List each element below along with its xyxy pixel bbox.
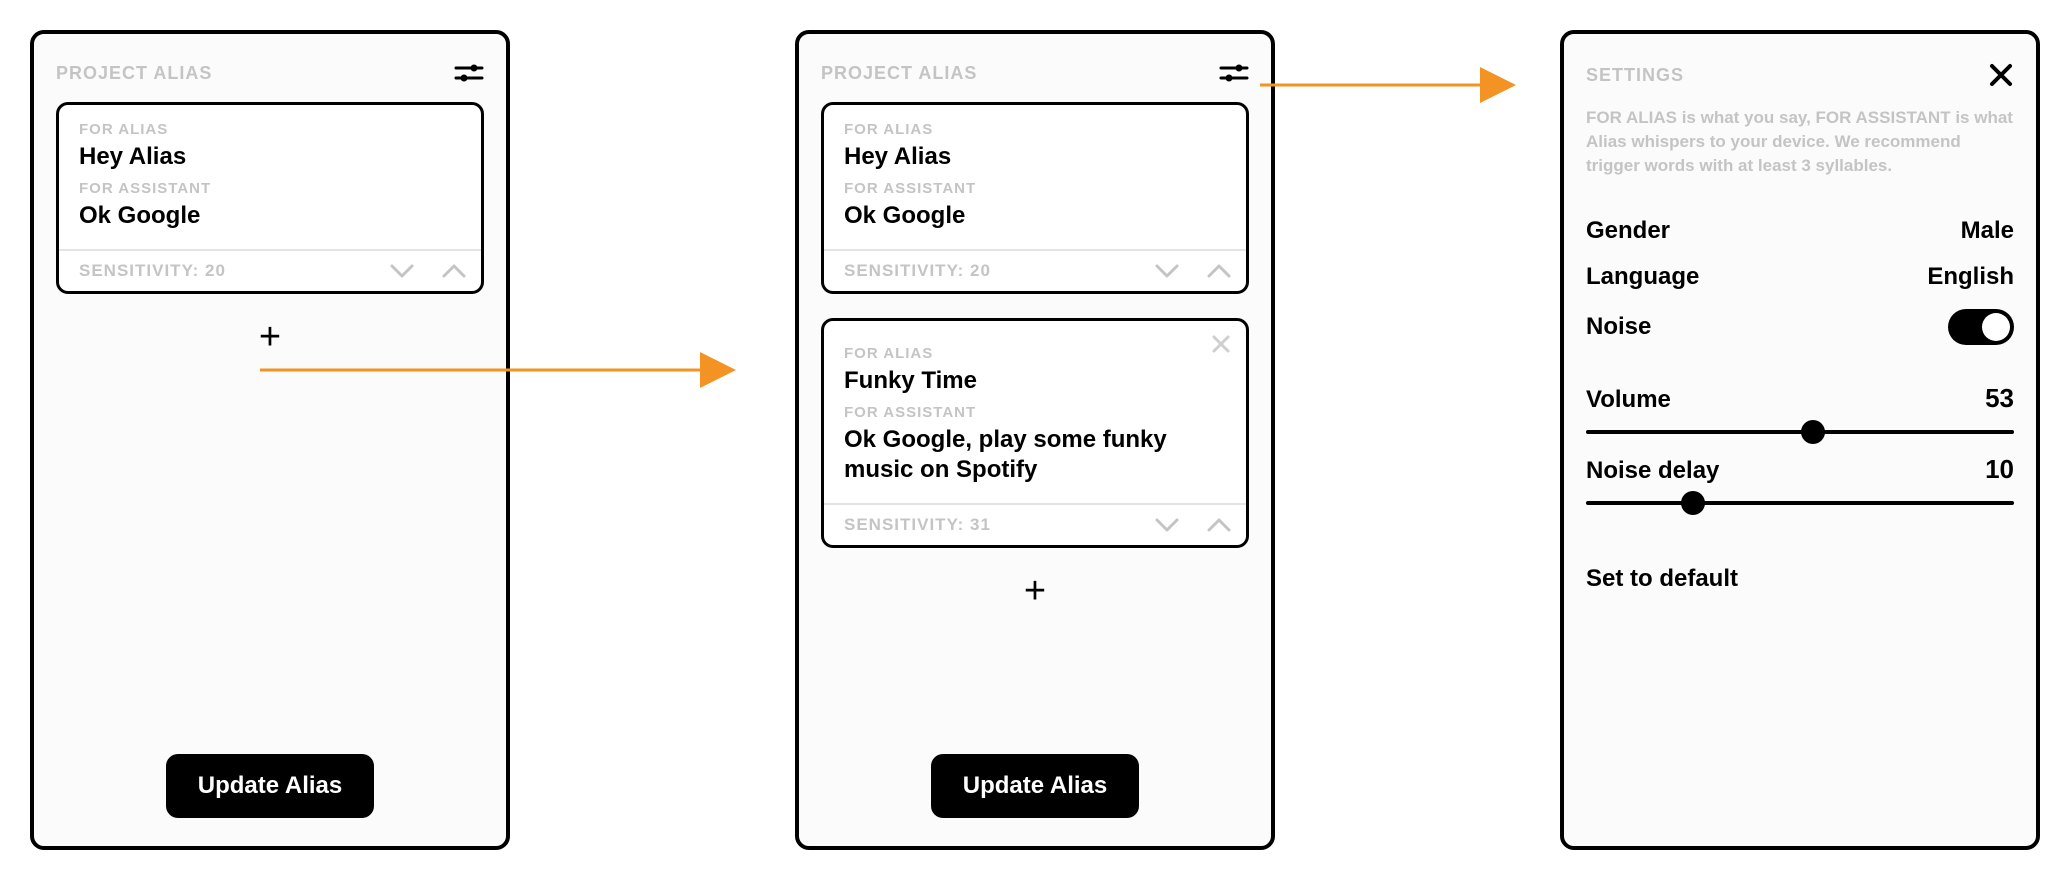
sensitivity-row: SENSITIVITY: 20 xyxy=(59,249,481,291)
sensitivity-value: 20 xyxy=(205,261,226,280)
panel-footer: Update Alias xyxy=(821,754,1249,826)
setting-row-gender[interactable]: Gender Male xyxy=(1586,217,2014,245)
plus-icon[interactable]: + xyxy=(259,322,281,352)
panel-footer: Update Alias xyxy=(56,754,484,826)
plus-icon[interactable]: + xyxy=(1024,576,1046,606)
sensitivity-steppers xyxy=(389,262,467,280)
sensitivity-prefix: SENSITIVITY: xyxy=(79,261,205,280)
chevron-up-icon[interactable] xyxy=(1206,262,1232,280)
chevron-down-icon[interactable] xyxy=(389,262,415,280)
settings-title: SETTINGS xyxy=(1586,65,1684,86)
settings-help-text: FOR ALIAS is what you say, FOR ASSISTANT… xyxy=(1586,106,2014,177)
close-icon[interactable] xyxy=(1210,333,1232,355)
setting-label: Volume xyxy=(1586,386,1671,414)
sensitivity-row: SENSITIVITY: 31 xyxy=(824,503,1246,545)
panel-alias-multi: PROJECT ALIAS FOR ALIAS Hey Alias FOR AS… xyxy=(795,30,1275,850)
alias-card-body: FOR ALIAS Hey Alias FOR ASSISTANT Ok Goo… xyxy=(824,105,1246,249)
sensitivity-value: 20 xyxy=(970,261,991,280)
app-title: PROJECT ALIAS xyxy=(821,63,977,84)
setting-value: English xyxy=(1927,263,2014,291)
sensitivity-prefix: SENSITIVITY: xyxy=(844,261,970,280)
flow-arrow-settings xyxy=(1260,65,1550,105)
for-assistant-value[interactable]: Ok Google, play some funky music on Spot… xyxy=(844,425,1226,485)
sensitivity-prefix: SENSITIVITY: xyxy=(844,515,970,534)
chevron-up-icon[interactable] xyxy=(1206,516,1232,534)
alias-card-body: FOR ALIAS Hey Alias FOR ASSISTANT Ok Goo… xyxy=(59,105,481,249)
chevron-down-icon[interactable] xyxy=(1154,516,1180,534)
setting-label: Language xyxy=(1586,263,1699,291)
for-assistant-label: FOR ASSISTANT xyxy=(844,180,1226,197)
for-assistant-value[interactable]: Ok Google xyxy=(844,201,1226,231)
settings-icon[interactable] xyxy=(1219,62,1249,84)
setting-row-noise-delay: Noise delay 10 xyxy=(1586,454,2014,505)
setting-value: 10 xyxy=(1985,454,2014,485)
sensitivity-steppers xyxy=(1154,262,1232,280)
panel-header: SETTINGS xyxy=(1586,62,2014,88)
settings-icon[interactable] xyxy=(454,62,484,84)
panel-settings: SETTINGS FOR ALIAS is what you say, FOR … xyxy=(1560,30,2040,850)
update-alias-button[interactable]: Update Alias xyxy=(931,754,1139,818)
set-to-default-button[interactable]: Set to default xyxy=(1586,565,2014,593)
volume-slider[interactable] xyxy=(1586,430,2014,434)
for-alias-value[interactable]: Funky Time xyxy=(844,366,1226,396)
close-icon[interactable] xyxy=(1988,62,2014,88)
for-assistant-value[interactable]: Ok Google xyxy=(79,201,461,231)
noise-delay-slider[interactable] xyxy=(1586,501,2014,505)
setting-row-noise: Noise xyxy=(1586,309,2014,345)
panel-header: PROJECT ALIAS xyxy=(56,62,484,84)
sensitivity-steppers xyxy=(1154,516,1232,534)
sensitivity-label: SENSITIVITY: 20 xyxy=(844,261,991,281)
setting-value: 53 xyxy=(1985,383,2014,414)
alias-card: FOR ALIAS Funky Time FOR ASSISTANT Ok Go… xyxy=(821,318,1249,548)
add-row: + xyxy=(821,576,1249,606)
for-alias-label: FOR ALIAS xyxy=(79,121,461,138)
for-alias-label: FOR ALIAS xyxy=(844,345,1226,362)
for-alias-label: FOR ALIAS xyxy=(844,121,1226,138)
add-row: + xyxy=(56,322,484,352)
alias-card-body: FOR ALIAS Funky Time FOR ASSISTANT Ok Go… xyxy=(824,321,1246,503)
setting-label: Noise xyxy=(1586,313,1651,341)
setting-row-language[interactable]: Language English xyxy=(1586,263,2014,291)
toggle-knob xyxy=(1982,313,2010,341)
setting-label: Gender xyxy=(1586,217,1670,245)
noise-toggle[interactable] xyxy=(1948,309,2014,345)
sensitivity-label: SENSITIVITY: 31 xyxy=(844,515,991,535)
alias-card: FOR ALIAS Hey Alias FOR ASSISTANT Ok Goo… xyxy=(56,102,484,294)
app-title: PROJECT ALIAS xyxy=(56,63,212,84)
slider-thumb[interactable] xyxy=(1801,420,1825,444)
sensitivity-row: SENSITIVITY: 20 xyxy=(824,249,1246,291)
for-assistant-label: FOR ASSISTANT xyxy=(79,180,461,197)
setting-value: Male xyxy=(1961,217,2014,245)
alias-card: FOR ALIAS Hey Alias FOR ASSISTANT Ok Goo… xyxy=(821,102,1249,294)
panel-alias-single: PROJECT ALIAS FOR ALIAS Hey Alias FOR AS… xyxy=(30,30,510,850)
setting-label: Noise delay xyxy=(1586,457,1719,485)
for-alias-value[interactable]: Hey Alias xyxy=(844,142,1226,172)
update-alias-button[interactable]: Update Alias xyxy=(166,754,374,818)
diagram-canvas: PROJECT ALIAS FOR ALIAS Hey Alias FOR AS… xyxy=(0,0,2066,880)
chevron-up-icon[interactable] xyxy=(441,262,467,280)
for-assistant-label: FOR ASSISTANT xyxy=(844,404,1226,421)
chevron-down-icon[interactable] xyxy=(1154,262,1180,280)
sensitivity-value: 31 xyxy=(970,515,991,534)
slider-thumb[interactable] xyxy=(1681,491,1705,515)
panel-header: PROJECT ALIAS xyxy=(821,62,1249,84)
setting-row-volume: Volume 53 xyxy=(1586,383,2014,434)
for-alias-value[interactable]: Hey Alias xyxy=(79,142,461,172)
sensitivity-label: SENSITIVITY: 20 xyxy=(79,261,226,281)
